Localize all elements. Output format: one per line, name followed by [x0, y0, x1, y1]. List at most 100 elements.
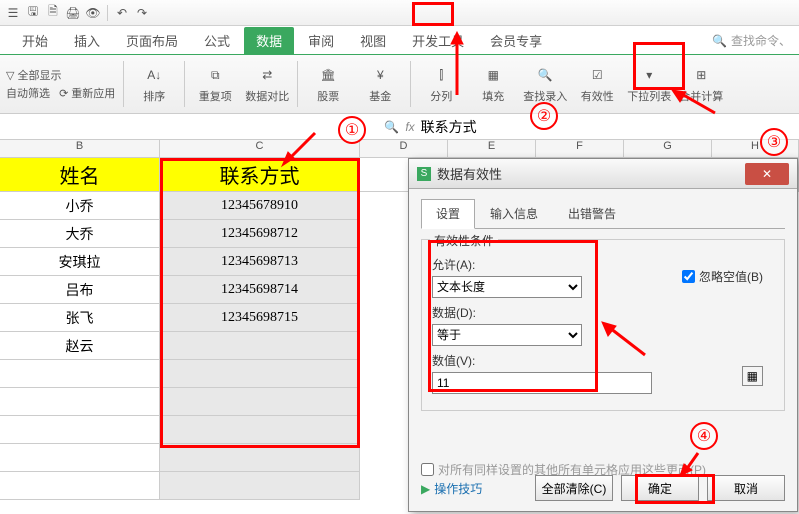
menu-icon[interactable]: ☰ — [4, 4, 22, 22]
name-box[interactable] — [4, 119, 378, 135]
tips-link[interactable]: ▶操作技巧 — [421, 480, 482, 497]
pulldown-button[interactable]: ▾下拉列表 — [627, 64, 671, 104]
cell[interactable] — [0, 472, 160, 500]
validity-conditions: 有效性条件 允许(A): 文本长度 数据(D): 等于 数值(V): — [421, 239, 785, 411]
dtab-input[interactable]: 输入信息 — [475, 199, 553, 228]
cell[interactable] — [0, 388, 160, 416]
split-icon: ⫿ — [429, 64, 453, 86]
duplicates-button[interactable]: ⧉重复项 — [193, 64, 237, 104]
data-select[interactable]: 等于 — [432, 324, 582, 346]
reapply-icon[interactable]: ⟳ — [59, 87, 68, 100]
compare-button[interactable]: ⇄数据对比 — [245, 64, 289, 104]
cell[interactable]: 小乔 — [0, 192, 160, 220]
data-validity-dialog: S 数据有效性 ✕ 设置 输入信息 出错警告 有效性条件 允许(A): 文本长度… — [408, 158, 798, 512]
redo-icon[interactable]: ↷ — [133, 4, 151, 22]
close-button[interactable]: ✕ — [745, 163, 789, 185]
fill-icon: ▦ — [481, 64, 505, 86]
ribbon: ▽全部显示 自动筛选 ⟳重新应用 A↓排序 ⧉重复项 ⇄数据对比 🏛股票 ¥基金… — [0, 54, 799, 114]
cell[interactable]: 12345698715 — [160, 304, 360, 332]
allow-label: 允许(A): — [432, 256, 652, 273]
app-icon: S — [417, 167, 431, 181]
funnel-icon[interactable]: ▽ — [6, 69, 14, 82]
dialog-titlebar[interactable]: S 数据有效性 ✕ — [409, 159, 797, 189]
cell[interactable]: 安琪拉 — [0, 248, 160, 276]
fund-button[interactable]: ¥基金 — [358, 64, 402, 104]
tab-data[interactable]: 数据 — [244, 27, 294, 54]
col-f[interactable]: F — [536, 140, 624, 157]
search-icon: 🔍 — [712, 34, 727, 48]
save-as-icon[interactable]: 🗎 — [44, 4, 62, 22]
find-icon: 🔍 — [533, 64, 557, 86]
print-icon[interactable]: 🖨 — [64, 4, 82, 22]
header-contact[interactable]: 联系方式 — [160, 158, 360, 192]
data-label: 数据(D): — [432, 304, 652, 321]
tab-review[interactable]: 审阅 — [296, 27, 346, 54]
col-b[interactable]: B — [0, 140, 160, 157]
col-e[interactable]: E — [448, 140, 536, 157]
cell[interactable]: 12345698713 — [160, 248, 360, 276]
collapse-icon[interactable]: 🔍 — [384, 120, 399, 134]
cell[interactable]: 赵云 — [0, 332, 160, 360]
col-c[interactable]: C — [160, 140, 360, 157]
preview-icon[interactable]: 👁 — [84, 4, 102, 22]
duplicates-icon: ⧉ — [203, 64, 227, 86]
cell[interactable]: 12345698712 — [160, 220, 360, 248]
sort-button[interactable]: A↓排序 — [132, 64, 176, 104]
stock-icon: 🏛 — [316, 64, 340, 86]
save-icon[interactable]: 🖫 — [24, 4, 42, 22]
cell[interactable]: 12345678910 — [160, 192, 360, 220]
col-h[interactable]: H — [712, 140, 799, 157]
allow-select[interactable]: 文本长度 — [432, 276, 582, 298]
pulldown-icon: ▾ — [637, 64, 661, 86]
cell[interactable]: 张飞 — [0, 304, 160, 332]
tab-vip[interactable]: 会员专享 — [478, 27, 554, 54]
cell[interactable]: 吕布 — [0, 276, 160, 304]
clear-all-button[interactable]: 全部清除(C) — [535, 475, 613, 501]
col-g[interactable]: G — [624, 140, 712, 157]
value-label: 数值(V): — [432, 352, 652, 369]
cell[interactable]: 大乔 — [0, 220, 160, 248]
filter-group: ▽全部显示 自动筛选 ⟳重新应用 — [6, 67, 115, 101]
cell[interactable] — [0, 416, 160, 444]
cell[interactable] — [160, 388, 360, 416]
tab-formula[interactable]: 公式 — [192, 27, 242, 54]
cell[interactable] — [160, 416, 360, 444]
cancel-button[interactable]: 取消 — [707, 475, 785, 501]
cell[interactable]: 12345698714 — [160, 276, 360, 304]
cell[interactable] — [0, 360, 160, 388]
cell[interactable] — [160, 360, 360, 388]
tab-layout[interactable]: 页面布局 — [114, 27, 190, 54]
cell[interactable] — [160, 472, 360, 500]
cell[interactable] — [160, 332, 360, 360]
range-picker-icon[interactable]: ▦ — [742, 366, 763, 386]
ok-button[interactable]: 确定 — [621, 475, 699, 501]
value-input[interactable] — [432, 372, 652, 394]
fill-button[interactable]: ▦填充 — [471, 64, 515, 104]
tab-start[interactable]: 开始 — [10, 27, 60, 54]
validity-icon: ☑ — [585, 64, 609, 86]
command-search[interactable]: 🔍 查找命令、 — [712, 32, 791, 49]
tab-dev[interactable]: 开发工具 — [400, 27, 476, 54]
fx-icon[interactable]: fx — [405, 120, 414, 134]
ribbon-tabs: 开始 插入 页面布局 公式 数据 审阅 视图 开发工具 会员专享 🔍 查找命令、 — [0, 26, 799, 54]
formula-bar: 🔍 fx — [0, 114, 799, 140]
compare-icon: ⇄ — [255, 64, 279, 86]
dtab-error[interactable]: 出错警告 — [553, 199, 631, 228]
cell[interactable] — [160, 444, 360, 472]
sort-icon: A↓ — [142, 64, 166, 86]
find-entry-button[interactable]: 🔍查找录入 — [523, 64, 567, 104]
formula-input[interactable] — [421, 119, 795, 135]
tab-view[interactable]: 视图 — [348, 27, 398, 54]
col-d[interactable]: D — [360, 140, 448, 157]
header-name[interactable]: 姓名 — [0, 158, 160, 192]
ignore-blank-checkbox[interactable]: 忽略空值(B) — [682, 268, 763, 285]
quick-access-toolbar: ☰ 🖫 🗎 🖨 👁 ↶ ↷ — [0, 0, 799, 26]
dtab-settings[interactable]: 设置 — [421, 199, 475, 229]
merge-calc-button[interactable]: ⊞合并计算 — [679, 64, 723, 104]
tab-insert[interactable]: 插入 — [62, 27, 112, 54]
cell[interactable] — [0, 444, 160, 472]
undo-icon[interactable]: ↶ — [113, 4, 131, 22]
validity-button[interactable]: ☑有效性 — [575, 64, 619, 104]
stock-button[interactable]: 🏛股票 — [306, 64, 350, 104]
split-button[interactable]: ⫿分列 — [419, 64, 463, 104]
